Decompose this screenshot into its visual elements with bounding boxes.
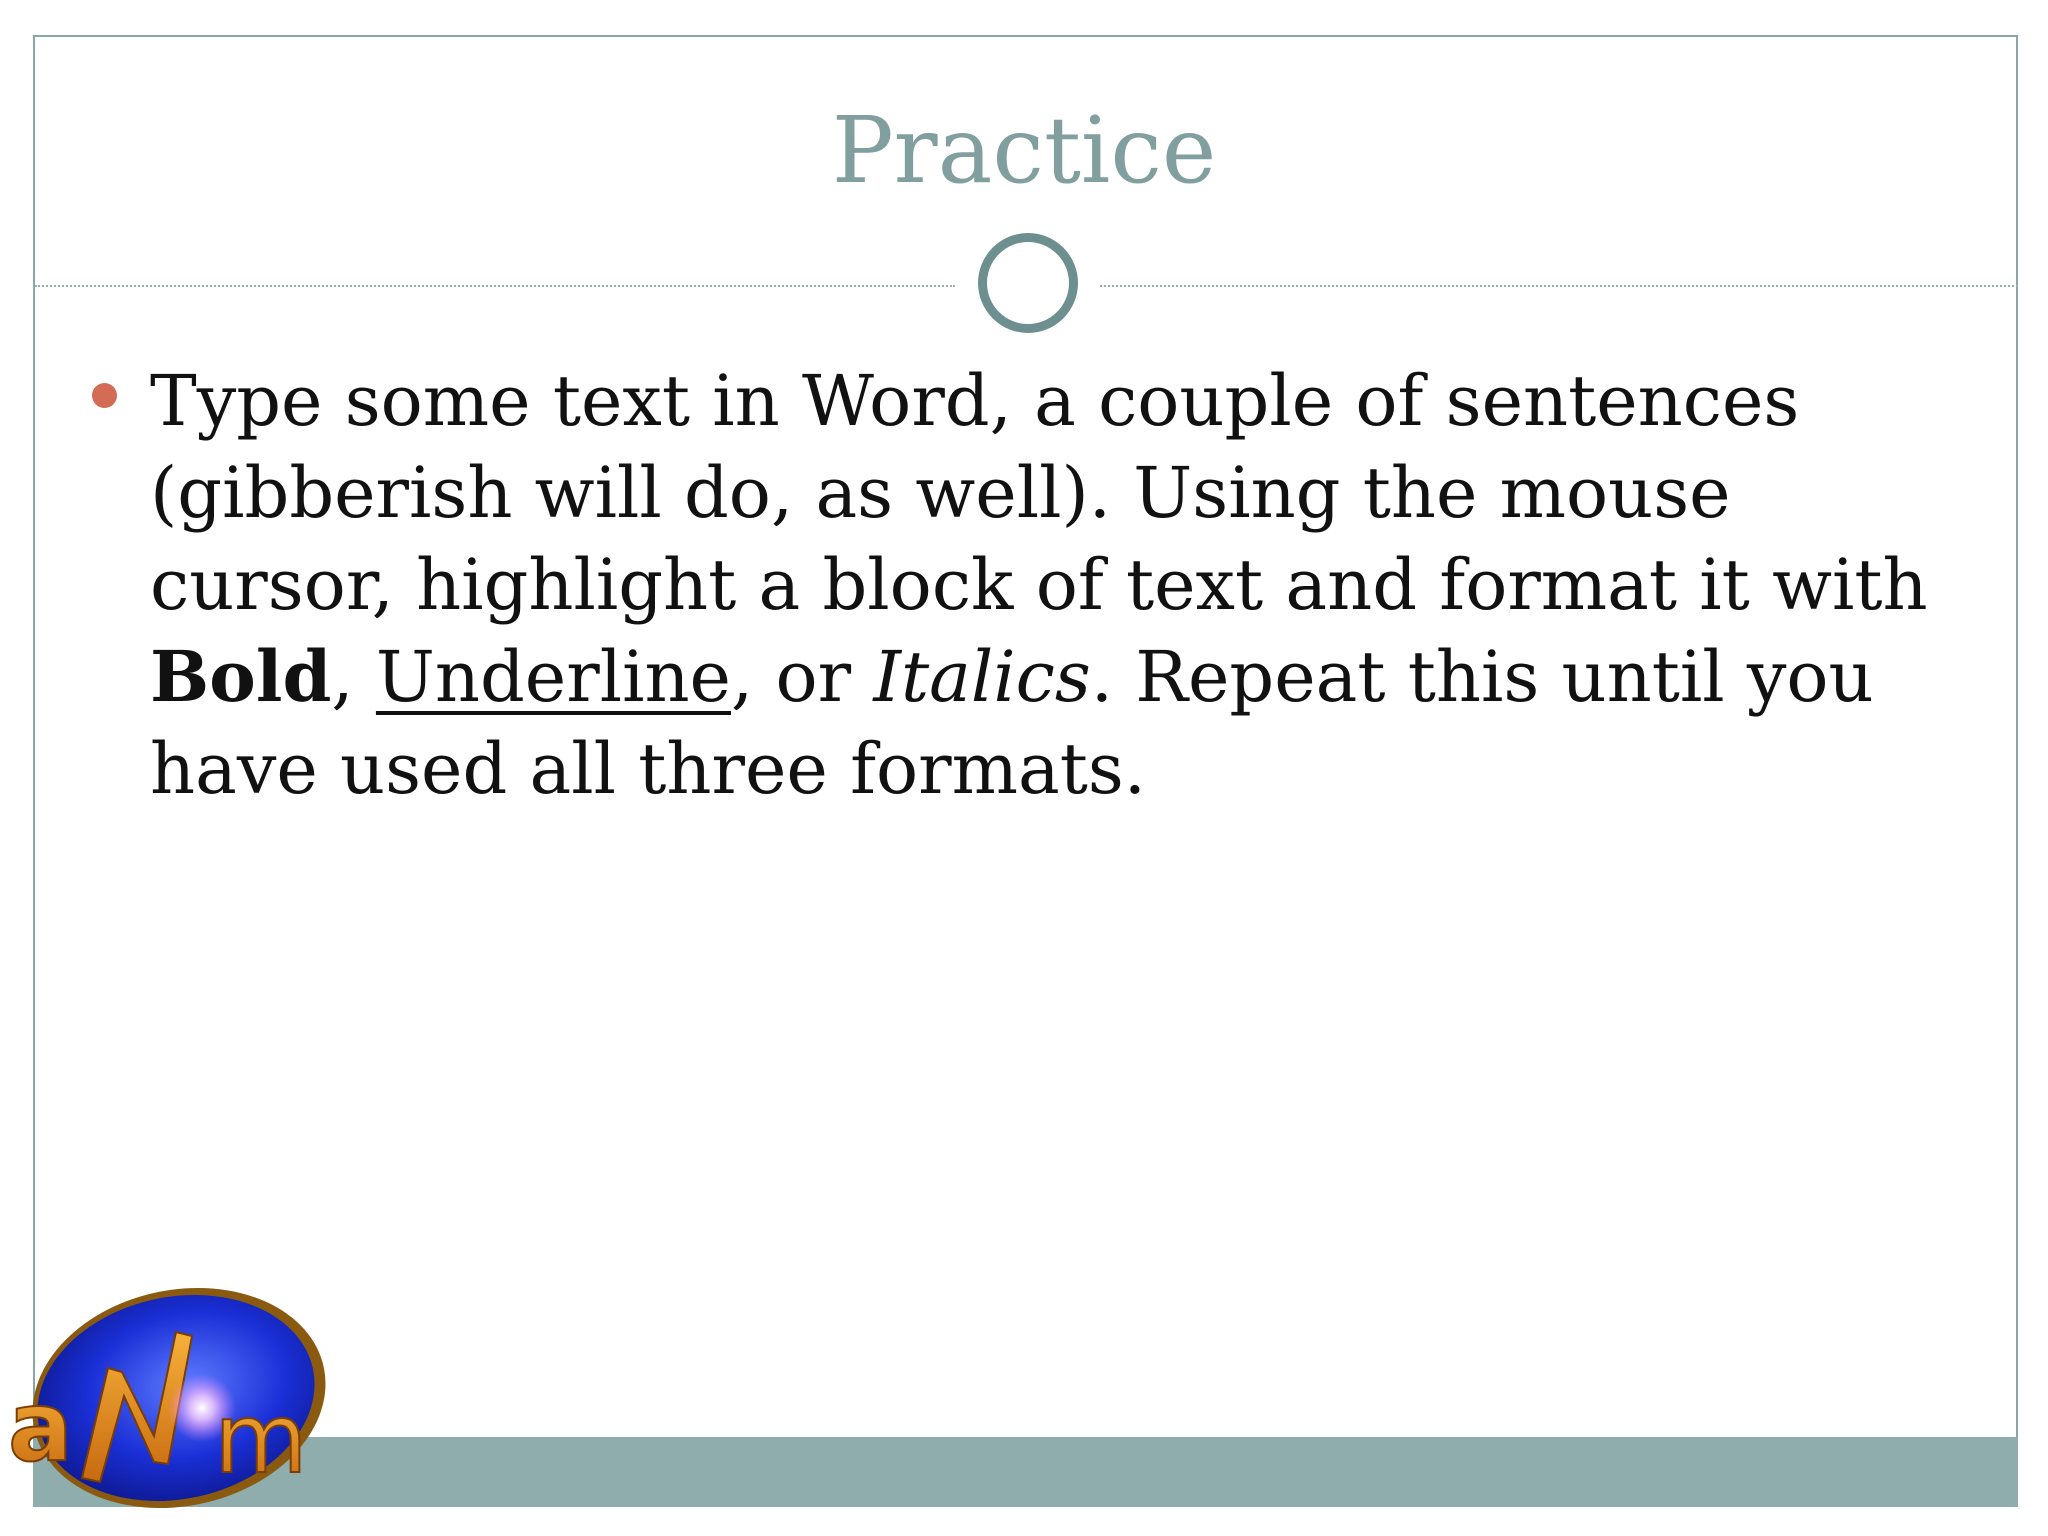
slide-title: Practice [831,97,1217,204]
anm-logo-icon: a m [7,1287,326,1509]
bullet-text-italic: Italics [873,636,1091,718]
svg-text:m: m [214,1383,308,1495]
bullet-text-underline: Underline [375,636,731,718]
bullet-dot [92,383,117,408]
title-ring-ornament [978,233,1078,333]
title-divider-right [1100,285,2018,287]
bullet-text: Type some text in Word, a couple of sent… [150,355,1980,815]
bullet-text-part: , [331,636,376,718]
slide: Practice Type some text in Word, a coupl… [0,0,2048,1536]
bullet-text-part: Type some text in Word, a couple of sent… [150,360,1928,626]
svg-text:a: a [8,1371,73,1483]
bullet-text-part: , or [730,636,874,718]
bullet-text-bold: Bold [150,635,332,718]
title-divider-left [35,285,955,287]
